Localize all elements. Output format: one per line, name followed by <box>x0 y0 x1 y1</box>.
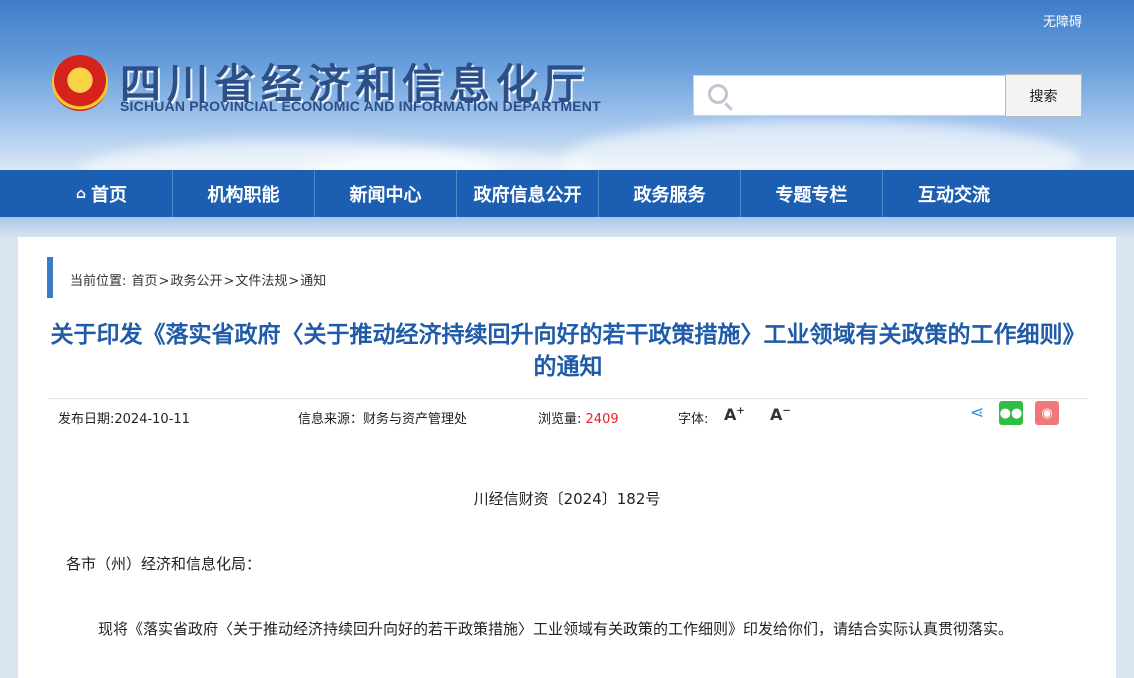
source-label: 信息来源： <box>298 412 364 427</box>
share-icon[interactable]: ⋖ <box>970 403 984 423</box>
breadcrumb-item-documents[interactable]: 文件法规 <box>235 274 287 289</box>
views-value: 2409 <box>585 412 619 427</box>
breadcrumb-marker <box>47 257 53 298</box>
article-meta: 发布日期:2024-10-11 信息来源：财务与资产管理处 浏览量: 2409 … <box>48 398 1088 428</box>
breadcrumb-item-home[interactable]: 首页 <box>132 274 158 289</box>
nav-item-services[interactable]: 政务服务 <box>599 170 741 217</box>
nav-item-label: 专题专栏 <box>775 184 848 206</box>
site-title-english: SICHUAN PROVINCIAL ECONOMIC AND INFORMAT… <box>120 98 601 114</box>
view-count: 浏览量: 2409 <box>538 408 619 427</box>
breadcrumb-prefix: 当前位置: <box>70 274 127 289</box>
info-source: 信息来源：财务与资产管理处 <box>298 408 467 427</box>
font-size-label: 字体: <box>678 412 709 427</box>
font-increase-label: A <box>724 405 737 424</box>
article-title: 关于印发《落实省政府〈关于推动经济持续回升向好的若干政策措施〉工业领域有关政策的… <box>50 322 1086 380</box>
publish-date-value: 2024-10-11 <box>114 412 190 427</box>
main-nav: ⌂ 首页 机构职能 新闻中心 政府信息公开 政务服务 专题专栏 互动交流 <box>0 170 1134 217</box>
font-decrease-label: A <box>770 405 783 424</box>
breadcrumb-separator: > <box>223 274 235 289</box>
nav-item-label: 政府信息公开 <box>473 184 582 206</box>
views-label: 浏览量: <box>538 412 582 427</box>
search-icon <box>708 84 728 104</box>
search-input[interactable] <box>738 80 998 112</box>
addressee: 各市（州）经济和信息化局： <box>66 555 262 573</box>
star-icon: ★ <box>74 71 87 87</box>
cloud-decoration <box>560 120 1080 170</box>
article-card: 当前位置: 首页>政务公开>文件法规>通知 关于印发《落实省政府〈关于推动经济持… <box>18 237 1116 678</box>
breadcrumb-item-notice[interactable]: 通知 <box>300 274 326 289</box>
nav-item-topics[interactable]: 专题专栏 <box>741 170 883 217</box>
source-value: 财务与资产管理处 <box>363 412 468 427</box>
nav-item-label: 新闻中心 <box>349 184 422 206</box>
national-emblem-logo: ★ <box>52 55 108 111</box>
breadcrumb: 当前位置: 首页>政务公开>文件法规>通知 <box>69 270 326 289</box>
breadcrumb-separator: > <box>288 274 300 289</box>
nav-item-label: 政务服务 <box>633 184 706 206</box>
accessibility-link[interactable]: 无障碍 <box>1043 11 1082 30</box>
search-box <box>693 75 1006 116</box>
font-increase-button[interactable]: A+ <box>724 405 745 424</box>
decorative-band <box>0 217 1134 237</box>
nav-item-label: 互动交流 <box>918 184 990 206</box>
nav-item-label: 首页 <box>91 184 128 206</box>
nav-item-home[interactable]: ⌂ 首页 <box>31 170 173 217</box>
nav-item-label: 机构职能 <box>207 184 280 206</box>
publish-date: 发布日期:2024-10-11 <box>58 408 190 427</box>
site-header: 无障碍 ★ 四川省经济和信息化厅 SICHUAN PROVINCIAL ECON… <box>0 0 1134 170</box>
nav-item-news[interactable]: 新闻中心 <box>315 170 457 217</box>
wechat-share-icon[interactable]: ●● <box>999 401 1023 425</box>
plus-icon: + <box>736 405 745 417</box>
publish-label: 发布日期: <box>58 412 115 427</box>
article-paragraph: 现将《落实省政府〈关于推动经济持续回升向好的若干政策措施〉工业领域有关政策的工作… <box>98 620 1014 638</box>
breadcrumb-item-gov-open[interactable]: 政务公开 <box>170 274 222 289</box>
search-button[interactable]: 搜索 <box>1005 74 1082 117</box>
minus-icon: − <box>782 405 791 417</box>
breadcrumb-separator: > <box>158 274 170 289</box>
weibo-share-icon[interactable]: ◉ <box>1035 401 1059 425</box>
home-icon: ⌂ <box>75 185 87 202</box>
nav-item-gov-info[interactable]: 政府信息公开 <box>457 170 599 217</box>
nav-item-interaction[interactable]: 互动交流 <box>883 170 1025 217</box>
nav-item-institutions[interactable]: 机构职能 <box>173 170 315 217</box>
document-number: 川经信财资〔2024〕182号 <box>473 490 661 508</box>
font-decrease-button[interactable]: A− <box>770 405 791 424</box>
